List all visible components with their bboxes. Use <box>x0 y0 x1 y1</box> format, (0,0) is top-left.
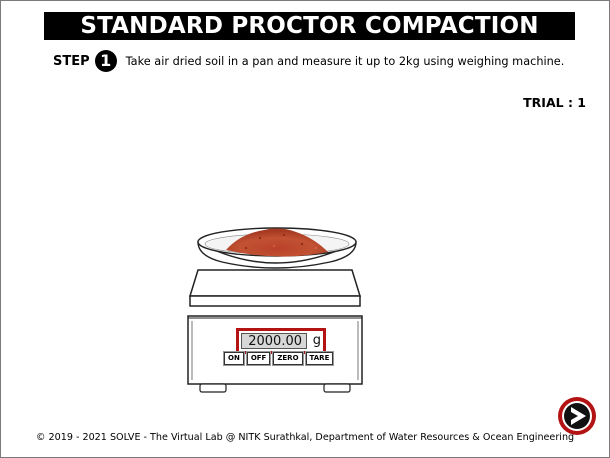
footer-copyright: © 2019 - 2021 SOLVE - The Virtual Lab @ … <box>35 432 575 443</box>
scale-tare-button[interactable]: TARE <box>305 352 334 365</box>
step-number-badge: 1 <box>94 50 117 72</box>
scale-button-row: ON OFF ZERO TARE <box>224 352 334 365</box>
next-arrow-icon <box>558 397 596 435</box>
scale-off-button[interactable]: OFF <box>246 352 271 365</box>
scale-on-button[interactable]: ON <box>224 352 244 365</box>
weight-unit: g <box>312 333 321 348</box>
weight-reading: 2000.00 <box>241 333 307 349</box>
step-instruction-row: STEP 1 Take air dried soil in a pan and … <box>53 49 564 73</box>
scale-foot-right <box>323 383 351 393</box>
next-step-button[interactable] <box>557 396 597 436</box>
page-title: STANDARD PROCTOR COMPACTION TEST <box>44 12 575 67</box>
weighing-machine <box>187 227 363 393</box>
scale-zero-button[interactable]: ZERO <box>273 352 303 365</box>
scale-foot-left <box>199 383 227 393</box>
step-instruction-text: Take air dried soil in a pan and measure… <box>125 54 565 68</box>
trial-indicator: TRIAL : 1 <box>523 95 586 110</box>
step-label: STEP <box>53 53 90 69</box>
scale-display: 2000.00 g <box>236 328 326 354</box>
scale-platform <box>188 269 362 297</box>
